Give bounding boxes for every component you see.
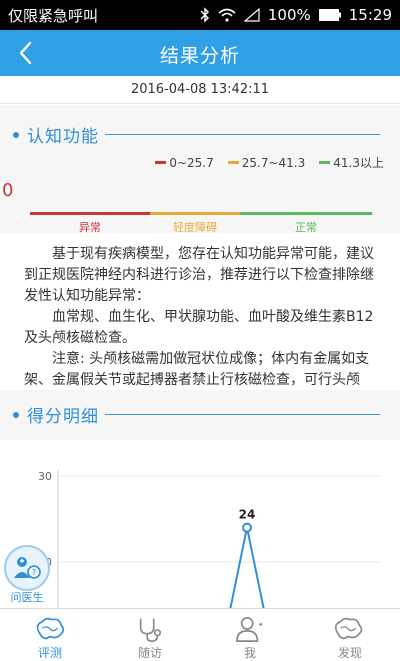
score-value: 0 bbox=[2, 180, 14, 201]
ask-doctor-label: 问医生 bbox=[10, 591, 44, 604]
data-label: 24 bbox=[239, 508, 256, 522]
app-header: 结果分析 bbox=[0, 30, 400, 76]
battery-icon bbox=[318, 9, 341, 21]
ask-doctor-button[interactable]: ? 问医生 bbox=[2, 545, 52, 605]
band-bar-mild bbox=[150, 212, 240, 215]
battery-percent: 100% bbox=[267, 6, 311, 24]
section-divider bbox=[105, 134, 380, 135]
status-bar: 仅限紧急呼叫 100% 15:29 bbox=[0, 0, 400, 30]
band-label-normal: 正常 bbox=[295, 221, 317, 234]
tab-label: 随访 bbox=[137, 646, 162, 660]
score-chart-area: 302024 bbox=[0, 440, 400, 616]
legend-item-mild: 25.7~41.3 bbox=[227, 154, 306, 171]
brain-discover-icon bbox=[334, 617, 363, 640]
bluetooth-icon bbox=[200, 7, 210, 23]
y-tick-label: 30 bbox=[38, 470, 52, 483]
band-label-mild: 轻度障碍 bbox=[173, 221, 217, 234]
tab-label: 我 bbox=[243, 646, 256, 660]
cognition-section-header: 认知功能 bbox=[0, 122, 380, 147]
svg-text:?: ? bbox=[32, 568, 36, 577]
carrier-text: 仅限紧急呼叫 bbox=[8, 6, 99, 25]
signal-icon bbox=[243, 8, 260, 22]
person-icon bbox=[236, 616, 263, 642]
score-detail-section-header: 得分明细 bbox=[0, 402, 380, 427]
cognition-title: 认知功能 bbox=[27, 127, 99, 147]
data-point bbox=[242, 522, 252, 533]
legend-swatch bbox=[319, 161, 331, 164]
series-line bbox=[228, 527, 266, 616]
tab-me[interactable]: 我 bbox=[200, 609, 300, 661]
bottom-nav: 评测 随访 我 发现 bbox=[0, 608, 400, 661]
legend-item-abnormal: 0~25.7 bbox=[155, 154, 214, 171]
tab-label: 评测 bbox=[37, 646, 62, 660]
tab-label: 发现 bbox=[337, 646, 362, 660]
section-divider bbox=[105, 414, 380, 415]
recommendation-paragraph: 血常规、血生化、甲状腺功能、血叶酸及维生素B12及头颅核磁检查。 bbox=[24, 309, 374, 346]
legend-swatch bbox=[155, 161, 167, 164]
clock: 15:29 bbox=[348, 6, 392, 24]
legend-label: 0~25.7 bbox=[169, 155, 214, 170]
score-legend: 0~25.7 25.7~41.3 41.3以上 bbox=[155, 154, 384, 171]
result-date: 2016-04-08 13:42:11 bbox=[0, 76, 400, 104]
band-bar-normal bbox=[240, 212, 372, 215]
tab-followup[interactable]: 随访 bbox=[100, 609, 200, 661]
legend-label: 25.7~41.3 bbox=[241, 155, 306, 170]
score-detail-title: 得分明细 bbox=[27, 407, 99, 427]
section-bullet bbox=[13, 131, 19, 138]
recommendation-paragraph: 基于现有疾病模型，您存在认知功能异常可能，建议到正规医院神经内科进行诊治，推荐进… bbox=[24, 246, 374, 304]
doctor-chat-icon: ? bbox=[4, 545, 50, 591]
brain-icon bbox=[36, 617, 65, 640]
score-chart: 302024 bbox=[38, 470, 380, 616]
tab-evaluate[interactable]: 评测 bbox=[0, 609, 100, 661]
page-title: 结果分析 bbox=[159, 45, 240, 67]
tab-discover[interactable]: 发现 bbox=[300, 609, 400, 661]
section-bullet bbox=[13, 411, 19, 418]
legend-swatch bbox=[227, 161, 239, 164]
band-bar-abnormal bbox=[30, 212, 150, 215]
legend-item-normal: 41.3以上 bbox=[319, 154, 384, 171]
stethoscope-icon bbox=[139, 618, 162, 642]
wifi-icon bbox=[218, 8, 236, 22]
band-label-abnormal: 异常 bbox=[79, 221, 101, 234]
recommendation-text: 基于现有疾病模型，您存在认知功能异常可能，建议到正规医院神经内科进行诊治，推荐进… bbox=[0, 234, 400, 409]
legend-label: 41.3以上 bbox=[333, 156, 384, 170]
